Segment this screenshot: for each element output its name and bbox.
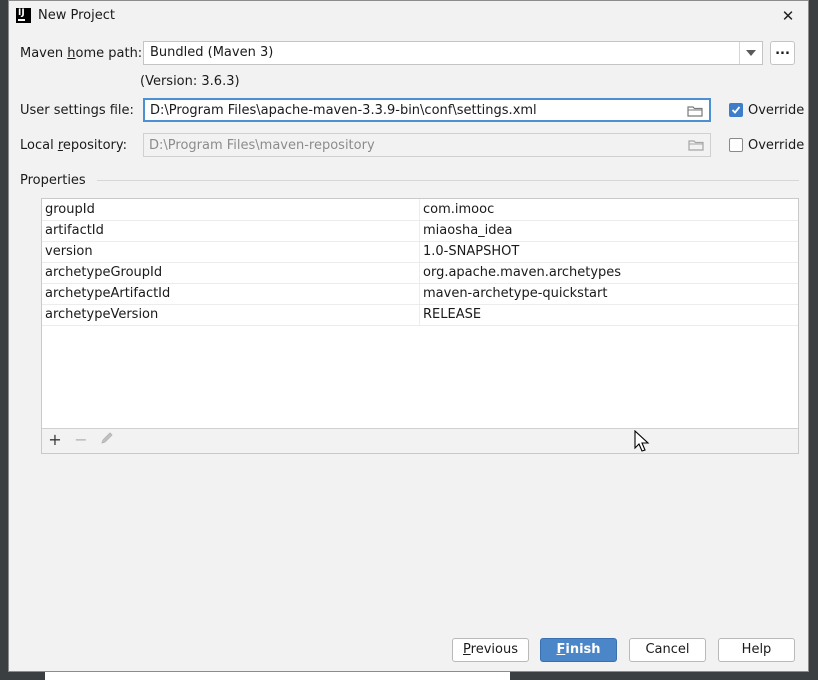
local-repository-input — [149, 134, 679, 156]
table-row[interactable]: version 1.0-SNAPSHOT — [42, 241, 798, 263]
previous-button[interactable]: Previous — [452, 638, 529, 662]
folder-icon — [688, 140, 704, 151]
user-settings-field[interactable] — [143, 98, 711, 122]
property-key: version — [45, 244, 93, 259]
intellij-logo-icon: IJ — [16, 8, 31, 23]
cancel-button[interactable]: Cancel — [629, 638, 706, 662]
help-button[interactable]: Help — [718, 638, 795, 662]
property-key: archetypeGroupId — [45, 265, 163, 280]
chevron-down-icon — [746, 50, 756, 56]
property-value[interactable]: RELEASE — [423, 307, 481, 322]
user-settings-override-label[interactable]: Override — [748, 103, 804, 118]
user-settings-label: User settings file: — [20, 103, 134, 118]
maven-home-label: Maven home path: — [20, 46, 143, 61]
maven-home-value: Bundled (Maven 3) — [150, 45, 274, 60]
close-button[interactable]: ✕ — [776, 5, 800, 27]
property-key: archetypeVersion — [45, 307, 159, 322]
local-repository-label: Local repository: — [20, 138, 128, 153]
property-key: archetypeArtifactId — [45, 286, 171, 301]
title-bar[interactable]: IJ New Project ✕ — [9, 1, 808, 33]
property-value[interactable]: com.imooc — [423, 202, 494, 217]
table-row[interactable]: artifactId miaosha_idea — [42, 220, 798, 242]
maven-home-select[interactable]: Bundled (Maven 3) — [143, 41, 763, 65]
local-repository-override-checkbox[interactable] — [729, 138, 743, 152]
table-row[interactable]: archetypeArtifactId maven-archetype-quic… — [42, 283, 798, 305]
table-row[interactable]: archetypeVersion RELEASE — [42, 304, 798, 326]
properties-heading: Properties — [20, 173, 86, 188]
close-icon: ✕ — [781, 7, 795, 25]
table-row[interactable]: archetypeGroupId org.apache.maven.archet… — [42, 262, 798, 284]
new-project-dialog: IJ New Project ✕ Maven home path: Bundle… — [8, 0, 809, 672]
maven-home-browse-button[interactable]: ... — [770, 41, 795, 65]
dialog-title: New Project — [38, 8, 115, 23]
folder-icon[interactable] — [687, 105, 703, 117]
maven-version-text: (Version: 3.6.3) — [140, 74, 240, 89]
user-settings-override-checkbox[interactable] — [729, 103, 743, 117]
properties-separator — [97, 180, 799, 181]
mouse-cursor-icon — [634, 430, 650, 452]
dropdown-toggle[interactable] — [739, 42, 762, 64]
properties-table[interactable]: groupId com.imooc artifactId miaosha_ide… — [41, 198, 799, 454]
table-row[interactable]: groupId com.imooc — [42, 199, 798, 221]
property-value[interactable]: maven-archetype-quickstart — [423, 286, 607, 301]
property-value[interactable]: miaosha_idea — [423, 223, 513, 238]
user-settings-input[interactable] — [150, 100, 680, 120]
properties-toolbar: + − — [42, 428, 798, 453]
edit-property-button[interactable] — [98, 431, 116, 449]
checkmark-icon — [731, 106, 741, 114]
property-key: artifactId — [45, 223, 104, 238]
remove-property-button[interactable]: − — [72, 431, 90, 449]
local-repository-field[interactable] — [143, 133, 711, 157]
pencil-icon — [101, 432, 113, 444]
finish-button[interactable]: Finish — [540, 638, 617, 662]
local-repository-override-label[interactable]: Override — [748, 138, 804, 153]
property-value[interactable]: 1.0-SNAPSHOT — [423, 244, 519, 259]
add-property-button[interactable]: + — [46, 431, 64, 449]
property-value[interactable]: org.apache.maven.archetypes — [423, 265, 621, 280]
property-key: groupId — [45, 202, 95, 217]
